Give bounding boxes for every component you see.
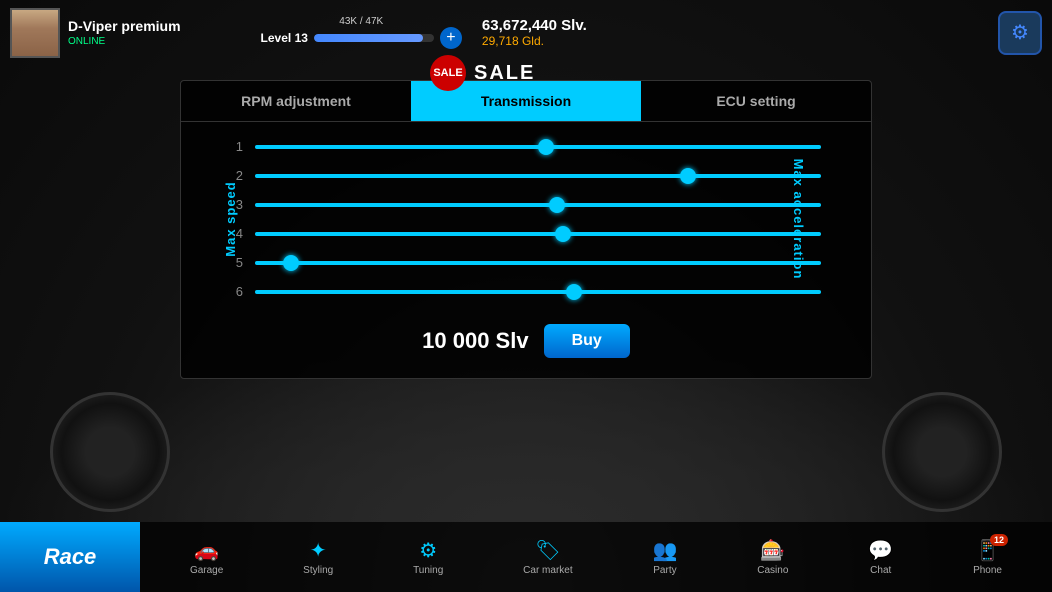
chat-icon: 💬 [868, 538, 893, 563]
slider-num-6: 6 [231, 284, 243, 299]
wheel-left [50, 392, 170, 512]
slider-track-1[interactable] [255, 145, 821, 149]
car-market-label: Car market [523, 565, 572, 576]
nav-item-party[interactable]: 👥 Party [652, 538, 677, 576]
slider-track-3[interactable] [255, 203, 821, 207]
slider-num-1: 1 [231, 139, 243, 154]
currency-area: 63,672,440 Slv. 29,718 Gld. [482, 17, 587, 48]
car-market-icon: 🏷 [535, 538, 560, 563]
slider-thumb-1[interactable] [538, 139, 554, 155]
phone-label: Phone [973, 565, 1002, 576]
styling-label: Styling [303, 565, 333, 576]
slider-thumb-6[interactable] [566, 284, 582, 300]
max-speed-label: Max speed [223, 181, 238, 256]
nav-item-styling[interactable]: ✦ Styling [303, 538, 333, 576]
phone-badge: 12 [990, 534, 1008, 546]
slider-row-2: 2 [181, 161, 871, 190]
player-name: D-Viper premium [68, 18, 181, 34]
slider-row-1: 1 [181, 132, 871, 161]
wheel-right [882, 392, 1002, 512]
silver-balance: 63,672,440 Slv. [482, 17, 587, 34]
nav-item-chat[interactable]: 💬 Chat [868, 538, 893, 576]
slider-row-5: 5 [181, 248, 871, 277]
settings-button[interactable]: ⚙ [998, 11, 1042, 55]
party-label: Party [653, 565, 676, 576]
xp-numbers: 43K / 47K [339, 16, 383, 27]
slider-num-5: 5 [231, 255, 243, 270]
tab-ecu[interactable]: ECU setting [641, 81, 871, 121]
tuning-icon: ⚙ [419, 538, 437, 563]
bottom-nav: Race 🚗 Garage ✦ Styling ⚙ Tuning 🏷 Car m… [0, 522, 1052, 592]
garage-icon: 🚗 [194, 538, 219, 563]
nav-item-tuning[interactable]: ⚙ Tuning [413, 538, 443, 576]
casino-label: Casino [757, 565, 788, 576]
nav-item-phone[interactable]: 12 📱 Phone [973, 538, 1002, 576]
nav-item-casino[interactable]: 🎰 Casino [757, 538, 788, 576]
garage-label: Garage [190, 565, 223, 576]
xp-bar [314, 34, 434, 42]
slider-track-4[interactable] [255, 232, 821, 236]
chat-label: Chat [870, 565, 891, 576]
slider-thumb-3[interactable] [549, 197, 565, 213]
casino-icon: 🎰 [760, 538, 785, 563]
sale-badge: SALE [430, 55, 466, 91]
sale-label: SALE [474, 62, 535, 85]
player-info: D-Viper premium ONLINE [68, 18, 181, 47]
sliders-container: Max speed Max acceleration 1 2 3 4 [181, 122, 871, 316]
slider-thumb-5[interactable] [283, 255, 299, 271]
price-display: 10 000 Slv [422, 328, 528, 354]
level-area: 43K / 47K Level 13 + [261, 16, 462, 49]
sale-area: SALE SALE [430, 55, 535, 91]
level-text: Level 13 [261, 31, 308, 45]
tuning-label: Tuning [413, 565, 443, 576]
xp-fill [314, 34, 423, 42]
level-plus-button[interactable]: + [440, 27, 462, 49]
price-row: 10 000 Slv Buy [181, 324, 871, 358]
tab-rpm[interactable]: RPM adjustment [181, 81, 411, 121]
gear-icon: ⚙ [1011, 20, 1029, 45]
avatar [10, 8, 60, 58]
nav-items: 🚗 Garage ✦ Styling ⚙ Tuning 🏷 Car market… [140, 538, 1052, 576]
slider-track-6[interactable] [255, 290, 821, 294]
slider-track-5[interactable] [255, 261, 821, 265]
main-panel: RPM adjustment Transmission ECU setting … [180, 80, 872, 379]
slider-row-4: 4 [181, 219, 871, 248]
slider-track-2[interactable] [255, 174, 821, 178]
nav-item-garage[interactable]: 🚗 Garage [190, 538, 223, 576]
buy-button[interactable]: Buy [544, 324, 630, 358]
player-status: ONLINE [68, 36, 181, 47]
gold-balance: 29,718 Gld. [482, 34, 587, 48]
slider-row-3: 3 [181, 190, 871, 219]
nav-item-car-market[interactable]: 🏷 Car market [523, 538, 572, 576]
styling-icon: ✦ [310, 538, 327, 563]
slider-thumb-4[interactable] [555, 226, 571, 242]
race-button[interactable]: Race [0, 522, 140, 592]
slider-thumb-2[interactable] [680, 168, 696, 184]
slider-row-6: 6 [181, 277, 871, 306]
party-icon: 👥 [652, 538, 677, 563]
